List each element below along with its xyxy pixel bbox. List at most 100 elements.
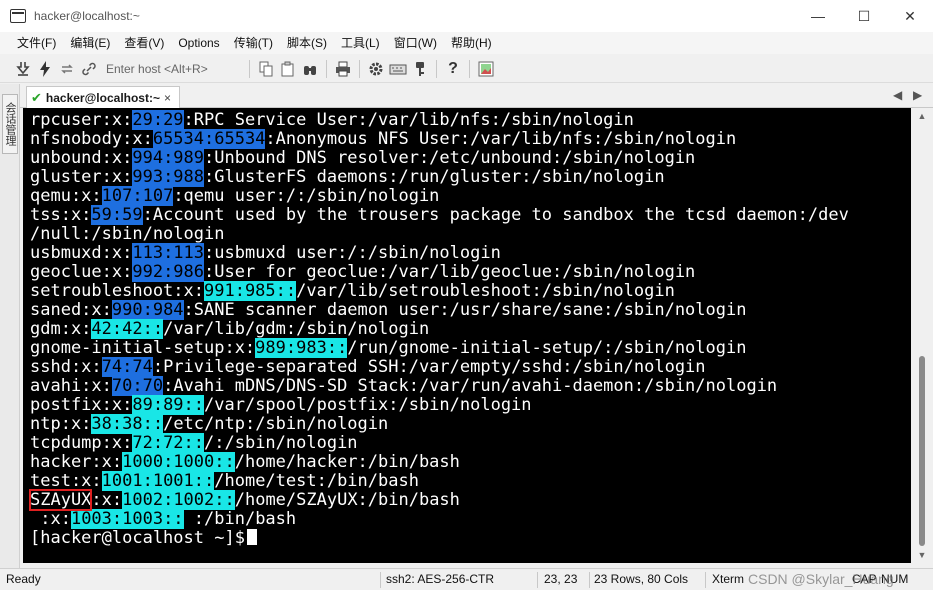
terminal-line: nfsnobody:x:65534:65534:Anonymous NFS Us… bbox=[30, 129, 849, 149]
menu-window[interactable]: 窗口(W) bbox=[387, 32, 444, 54]
terminal-line: hacker:x:1000:1000::/home/hacker:/bin/ba… bbox=[30, 452, 849, 472]
uid-gid-highlight: 1001:1001:: bbox=[101, 471, 215, 491]
terminal-text: hacker:x: bbox=[30, 452, 123, 472]
close-button[interactable]: ✕ bbox=[887, 0, 933, 32]
terminal-text: :Avahi mDNS/DNS-SD Stack:/var/run/avahi-… bbox=[163, 376, 778, 396]
help-icon[interactable]: ? bbox=[442, 58, 464, 80]
scroll-thumb[interactable] bbox=[919, 356, 925, 546]
terminal-line: test:x:1001:1001::/home/test:/bin/bash bbox=[30, 471, 849, 491]
keymap-icon[interactable] bbox=[387, 58, 409, 80]
uid-gid-highlight: 1003:1003:: bbox=[70, 509, 184, 529]
uid-gid-highlight: 989:983:: bbox=[255, 338, 348, 358]
paste-icon[interactable] bbox=[277, 58, 299, 80]
maximize-button[interactable]: ☐ bbox=[841, 0, 887, 32]
uid-gid-highlight: 70:70 bbox=[111, 376, 164, 396]
terminal-text: /null:/sbin/nologin bbox=[30, 224, 225, 244]
status-separator bbox=[705, 572, 706, 588]
menu-file[interactable]: 文件(F) bbox=[10, 32, 63, 54]
uid-gid-highlight: 107:107 bbox=[101, 186, 174, 206]
terminal-text: rpcuser:x: bbox=[30, 110, 133, 130]
status-ready: Ready bbox=[6, 572, 41, 586]
terminal-text: :GlusterFS daemons:/run/gluster:/sbin/no… bbox=[204, 167, 665, 187]
terminal-text: setroubleshoot:x: bbox=[30, 281, 204, 301]
terminal-line: :x:1003:1003:: :/bin/bash bbox=[30, 509, 849, 529]
terminal-text: unbound:x: bbox=[30, 148, 133, 168]
toolbar-separator bbox=[469, 59, 470, 78]
minimize-button[interactable]: — bbox=[795, 0, 841, 32]
terminal-text: /etc/ntp:/sbin/nologin bbox=[163, 414, 389, 434]
terminal-text: [hacker@localhost ~]$ bbox=[30, 528, 245, 548]
terminal-app-icon bbox=[10, 9, 26, 23]
uid-gid-highlight: 65534:65534 bbox=[152, 129, 266, 149]
image-icon[interactable] bbox=[475, 58, 497, 80]
menu-help[interactable]: 帮助(H) bbox=[444, 32, 499, 54]
uid-gid-highlight: 38:38:: bbox=[91, 414, 164, 434]
terminal-text: :RPC Service User:/var/lib/nfs:/sbin/nol… bbox=[183, 110, 634, 130]
terminal-text: postfix:x: bbox=[30, 395, 133, 415]
terminal-text: /var/lib/setroubleshoot:/sbin/nologin bbox=[296, 281, 675, 301]
status-separator bbox=[589, 572, 590, 588]
terminal-line: /null:/sbin/nologin bbox=[30, 225, 849, 244]
menu-edit[interactable]: 编辑(E) bbox=[63, 32, 117, 54]
terminal-text: :x: bbox=[30, 509, 71, 529]
menu-options[interactable]: Options bbox=[171, 32, 226, 54]
scroll-down-icon[interactable]: ▼ bbox=[911, 547, 933, 563]
terminal-line: ntp:x:38:38::/etc/ntp:/sbin/nologin bbox=[30, 414, 849, 434]
lightning-icon[interactable] bbox=[34, 58, 56, 80]
menu-bar: 文件(F) 编辑(E) 查看(V) Options 传输(T) 脚本(S) 工具… bbox=[0, 32, 933, 54]
scroll-up-icon[interactable]: ▲ bbox=[911, 108, 933, 124]
terminal-text: :usbmuxd user:/:/sbin/nologin bbox=[204, 243, 501, 263]
terminal-line: rpcuser:x:29:29:RPC Service User:/var/li… bbox=[30, 110, 849, 130]
menu-tools[interactable]: 工具(L) bbox=[334, 32, 387, 54]
terminal-lines: rpcuser:x:29:29:RPC Service User:/var/li… bbox=[28, 110, 849, 548]
copy-icon[interactable] bbox=[255, 58, 277, 80]
status-separator bbox=[537, 572, 538, 588]
uid-gid-highlight: 992:986 bbox=[132, 262, 205, 282]
terminal-text: :qemu user:/:/sbin/nologin bbox=[173, 186, 440, 206]
uid-gid-highlight: 74:74 bbox=[101, 357, 153, 377]
terminal-line: postfix:x:89:89::/var/spool/postfix:/sbi… bbox=[30, 395, 849, 415]
uid-gid-highlight: 59:59 bbox=[91, 205, 143, 225]
terminal-text: sshd:x: bbox=[30, 357, 102, 377]
tab-scroll-left-icon[interactable]: ◀ bbox=[893, 88, 902, 102]
terminal-text: gluster:x: bbox=[30, 167, 133, 187]
terminal-text: :Unbound DNS resolver:/etc/unbound:/sbin… bbox=[204, 148, 696, 168]
link-icon[interactable] bbox=[78, 58, 100, 80]
key-icon[interactable] bbox=[409, 58, 431, 80]
session-manager-tab[interactable]: 会话管理 bbox=[2, 94, 18, 154]
reconnect-icon[interactable] bbox=[56, 58, 78, 80]
highlighted-username: SZAyUX bbox=[28, 489, 93, 511]
uid-gid-highlight: 72:72:: bbox=[132, 433, 205, 453]
terminal-output[interactable]: rpcuser:x:29:29:RPC Service User:/var/li… bbox=[23, 108, 911, 563]
terminal-text: /run/gnome-initial-setup/:/sbin/nologin bbox=[347, 338, 747, 358]
uid-gid-highlight: 89:89:: bbox=[132, 395, 205, 415]
host-input[interactable] bbox=[104, 58, 244, 79]
status-terminal-size: 23 Rows, 80 Cols bbox=[594, 572, 689, 586]
toolbar-separator bbox=[436, 59, 437, 78]
csdn-watermark: CSDN @Skylar_Huang bbox=[748, 571, 894, 587]
tab-strip: ✔ hacker@localhost:~ × ◀ ▶ bbox=[20, 84, 933, 108]
connected-check-icon: ✔ bbox=[31, 89, 42, 105]
terminal-text: avahi:x: bbox=[30, 376, 112, 396]
find-icon[interactable] bbox=[299, 58, 321, 80]
terminal-line: geoclue:x:992:986:User for geoclue:/var/… bbox=[30, 262, 849, 282]
terminal-text: tss:x: bbox=[30, 205, 92, 225]
terminal-cursor bbox=[246, 529, 257, 545]
print-icon[interactable] bbox=[332, 58, 354, 80]
settings-icon[interactable] bbox=[365, 58, 387, 80]
terminal-scrollbar[interactable]: ▲ ▼ bbox=[911, 108, 933, 563]
tab-scroll-right-icon[interactable]: ▶ bbox=[913, 88, 922, 102]
tab-close-icon[interactable]: × bbox=[164, 91, 171, 105]
window-controls: — ☐ ✕ bbox=[795, 0, 933, 32]
session-tab[interactable]: ✔ hacker@localhost:~ × bbox=[26, 86, 180, 108]
terminal-text: /home/hacker:/bin/bash bbox=[234, 452, 460, 472]
terminal-line: setroubleshoot:x:991:985::/var/lib/setro… bbox=[30, 281, 849, 301]
connect-icon[interactable] bbox=[12, 58, 34, 80]
terminal-text: geoclue:x: bbox=[30, 262, 133, 282]
terminal-text: usbmuxd:x: bbox=[30, 243, 133, 263]
terminal-text: ntp:x: bbox=[30, 414, 92, 434]
menu-script[interactable]: 脚本(S) bbox=[280, 32, 334, 54]
menu-view[interactable]: 查看(V) bbox=[117, 32, 171, 54]
uid-gid-highlight: 994:989 bbox=[132, 148, 205, 168]
menu-transfer[interactable]: 传输(T) bbox=[227, 32, 280, 54]
